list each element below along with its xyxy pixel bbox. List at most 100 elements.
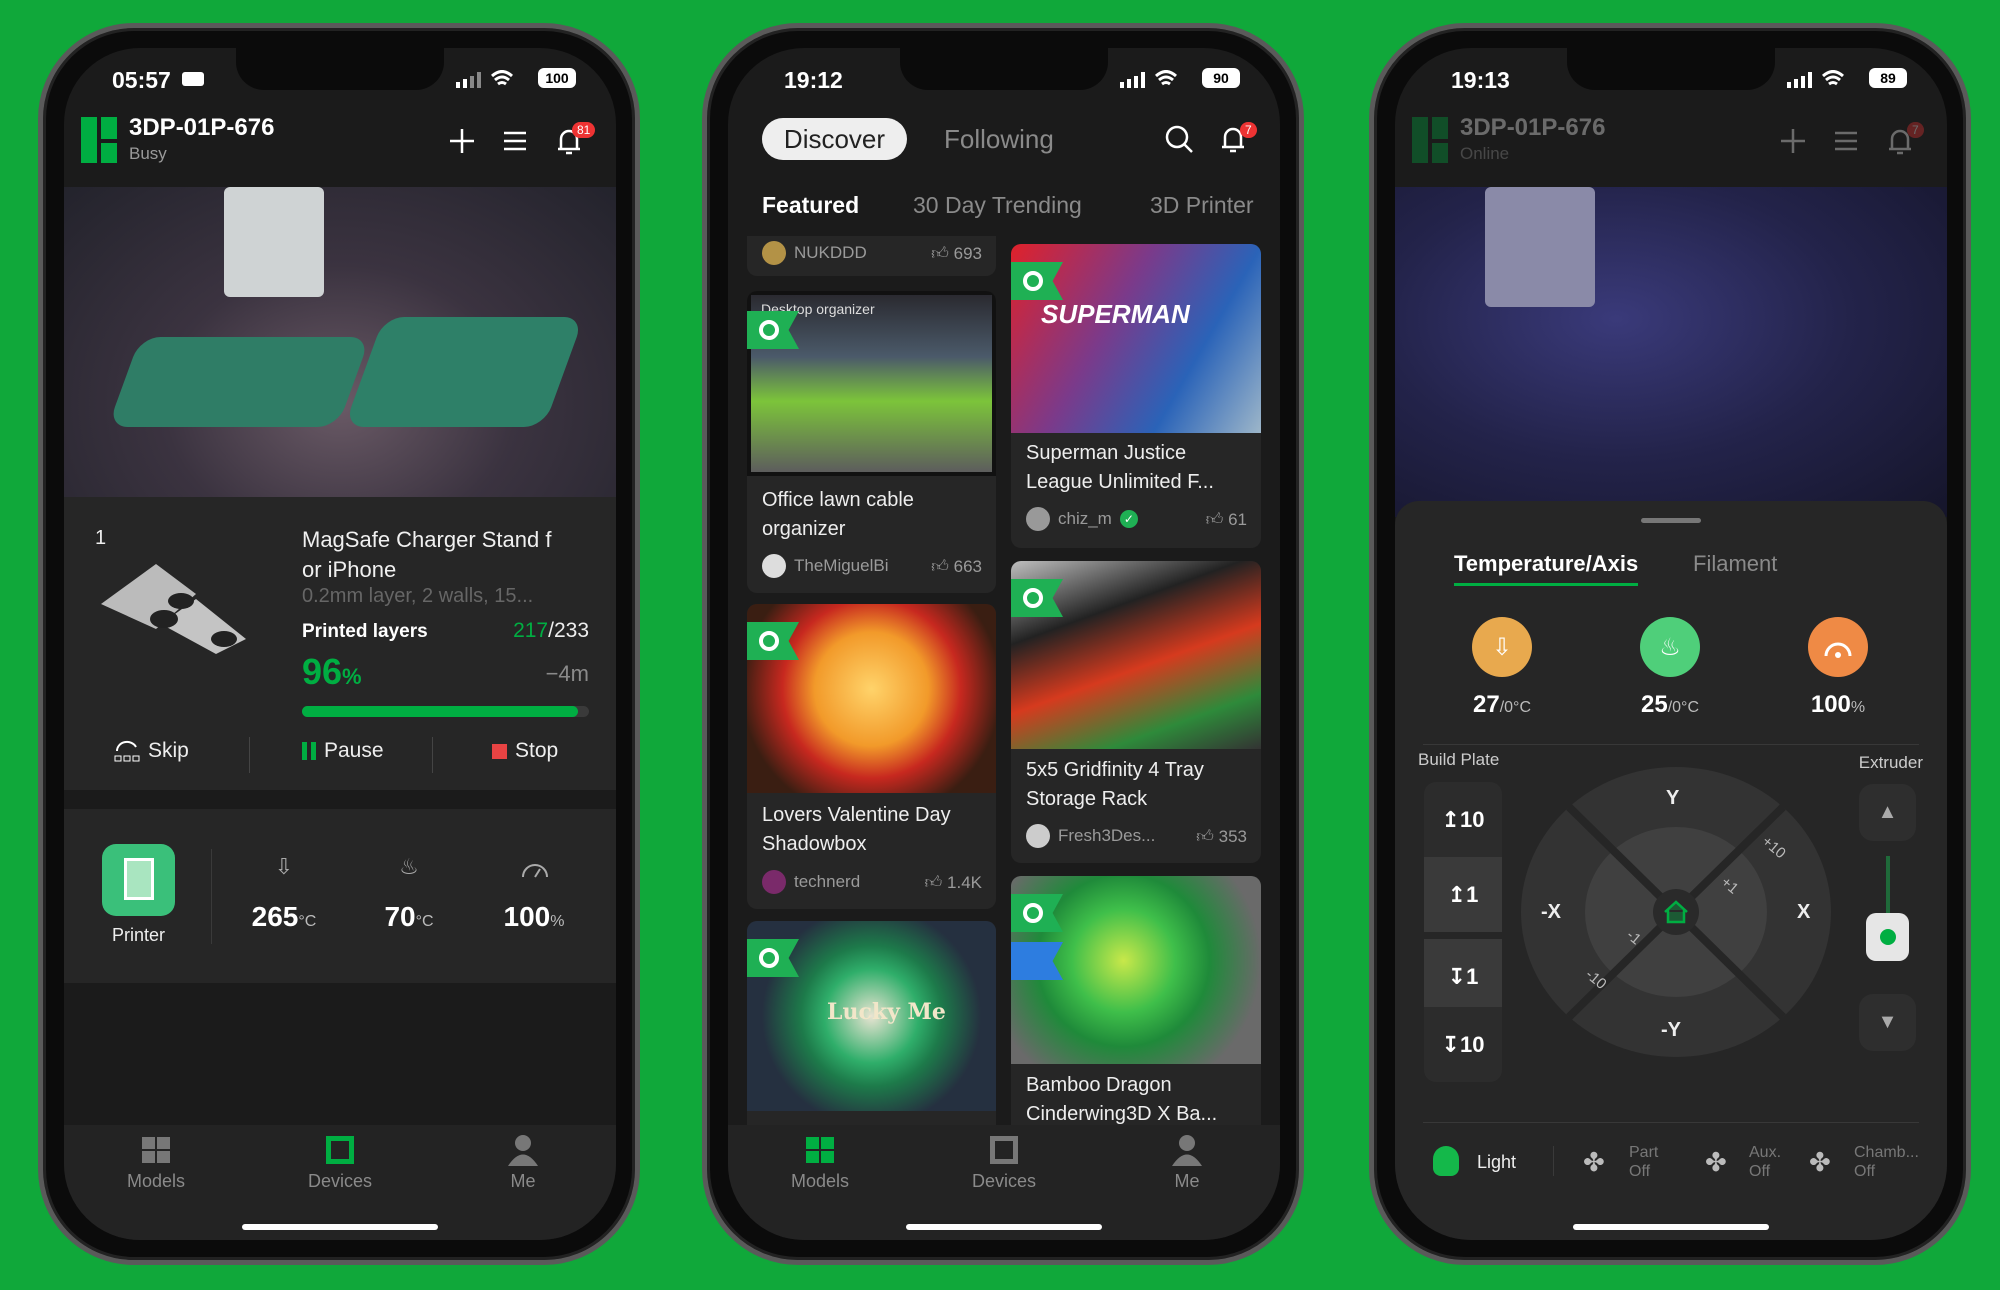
- printer-status: Busy: [129, 144, 167, 163]
- home-button[interactable]: [1653, 889, 1699, 935]
- status-time: 19:12: [784, 67, 843, 93]
- card-title: 5x5 Gridfinity 4 Tray Storage Rack: [1026, 759, 1204, 810]
- printer-name[interactable]: 3DP-01P-676: [129, 114, 274, 142]
- like-count[interactable]: 👍︎ 693: [931, 243, 982, 264]
- avatar: [762, 241, 786, 265]
- skip-button[interactable]: Skip: [114, 739, 189, 763]
- z-up-1-button[interactable]: ↥1: [1424, 857, 1502, 932]
- category-featured[interactable]: Featured: [762, 192, 859, 219]
- tab-filament[interactable]: Filament: [1693, 551, 1777, 577]
- speed-number: 100: [1810, 691, 1851, 718]
- x-plus-label: X: [1797, 901, 1811, 923]
- category-3d-printer[interactable]: 3D Printer: [1150, 192, 1254, 219]
- phone-controls: 19:13 89 3DP-01P-676 Online 7 Temperatur…: [1369, 23, 1971, 1265]
- plus-icon: [1781, 129, 1805, 153]
- bed-temp: 25/0°C: [1600, 691, 1740, 719]
- aux-fan[interactable]: Aux. Off: [1749, 1143, 1781, 1181]
- speed-gauge-icon: [522, 864, 548, 878]
- fan-state: Off: [1629, 1163, 1651, 1180]
- light-bulb-icon[interactable]: [1433, 1146, 1459, 1176]
- model-card[interactable]: NUKDDD 👍︎ 693: [747, 236, 996, 276]
- model-feed[interactable]: NUKDDD 👍︎ 693 Desktop organizer Office l…: [728, 236, 1280, 1125]
- screen: 19:12 90 Discover Following 7 Featured 3…: [728, 48, 1280, 1240]
- likes-value: 353: [1218, 827, 1247, 846]
- home-indicator: [1573, 1224, 1769, 1230]
- part-fan-icon[interactable]: ✤: [1583, 1147, 1605, 1178]
- z-up-10-button[interactable]: ↥10: [1424, 782, 1502, 857]
- likes-value: 693: [953, 244, 982, 263]
- speed-unit: %: [1850, 699, 1866, 716]
- card-title: Lovers Valentine Day Shadowbox: [762, 804, 951, 855]
- card-author: technerd: [762, 870, 860, 894]
- phone-device-status: 05:57 100 3DP-01P-676 Busy 81 1 MagSafe …: [38, 23, 640, 1265]
- extrude-up-button[interactable]: ▲: [1859, 784, 1916, 841]
- model-card[interactable]: Desktop organizer Office lawn cable orga…: [747, 291, 996, 593]
- fan-state: Off: [1749, 1163, 1771, 1180]
- skip-label: Skip: [148, 739, 189, 762]
- part-fan[interactable]: Part Off: [1629, 1143, 1658, 1181]
- nozzle-value: 27: [1473, 691, 1500, 718]
- category-30-day-trending[interactable]: 30 Day Trending: [913, 192, 1082, 219]
- camera-feed[interactable]: [64, 187, 616, 497]
- tab-devices[interactable]: Devices: [280, 1133, 400, 1192]
- pause-button[interactable]: Pause: [302, 739, 384, 763]
- image-text: SUPERMAN: [1041, 299, 1190, 329]
- like-count[interactable]: 👍︎ 61: [1206, 509, 1247, 530]
- z-down-1-button[interactable]: ↧1: [1424, 939, 1502, 1014]
- speed-button[interactable]: [1808, 617, 1868, 677]
- tab-models[interactable]: Models: [760, 1133, 880, 1192]
- z-down-10-button[interactable]: ↧10: [1424, 1007, 1502, 1082]
- drag-handle[interactable]: [1641, 518, 1701, 523]
- bed-temp-button[interactable]: ♨: [1640, 617, 1700, 677]
- triangle-up-icon: ▲: [1877, 801, 1898, 823]
- tab-label: Me: [1174, 1171, 1200, 1191]
- tab-following[interactable]: Following: [944, 124, 1054, 155]
- y-minus-label: -Y: [1661, 1019, 1681, 1041]
- like-count[interactable]: 👍︎ 1.4K: [925, 872, 982, 893]
- card-title: Office lawn cable organizer: [762, 489, 914, 540]
- tab-devices[interactable]: Devices: [944, 1133, 1064, 1192]
- likes-value: 663: [953, 557, 982, 576]
- status-time: 05:57: [112, 67, 171, 93]
- stop-button[interactable]: Stop: [492, 739, 558, 763]
- xy-joystick[interactable]: Y -Y -X X +10 +1 -1 -10: [1521, 767, 1831, 1057]
- signal-icon: [456, 72, 481, 88]
- tab-temperature-axis[interactable]: Temperature/Axis: [1454, 551, 1639, 586]
- like-count[interactable]: 👍︎ 663: [931, 556, 982, 577]
- notification-badge: 7: [1240, 122, 1257, 138]
- progress-percent: 96%: [302, 651, 362, 693]
- tab-me[interactable]: Me: [1127, 1133, 1247, 1192]
- models-icon: [806, 1137, 834, 1163]
- menu-icon[interactable]: [499, 125, 531, 157]
- model-card[interactable]: Lovers Valentine Day Shadowbox technerd …: [747, 604, 996, 909]
- extrude-down-button[interactable]: ▼: [1859, 994, 1916, 1051]
- build-plate-label: Build Plate: [1418, 750, 1500, 769]
- triangle-down-icon: ▼: [1877, 1011, 1898, 1033]
- print-object: [343, 317, 585, 427]
- like-count[interactable]: 👍︎ 353: [1196, 826, 1247, 847]
- nozzle-temp-button[interactable]: ⇩: [1472, 617, 1532, 677]
- light-label[interactable]: Light: [1477, 1152, 1516, 1173]
- printer-button[interactable]: [102, 844, 175, 916]
- tab-me[interactable]: Me: [463, 1133, 583, 1192]
- bambu-logo: [81, 117, 117, 163]
- stats-panel: Printer ⇩ 265°C ♨ 70°C 100%: [64, 809, 616, 983]
- job-title-line: MagSafe Charger Stand f: [302, 527, 552, 552]
- signal-icon: [1787, 72, 1812, 88]
- chamber-fan-icon[interactable]: ✤: [1809, 1147, 1831, 1178]
- card-author: Fresh3Des...: [1026, 824, 1155, 848]
- plus-icon[interactable]: [446, 125, 478, 157]
- aux-fan-icon[interactable]: ✤: [1705, 1147, 1727, 1178]
- nozzle-temp: 27/0°C: [1432, 691, 1572, 719]
- tab-label: Models: [126, 1171, 186, 1191]
- model-card[interactable]: Bamboo Dragon Cinderwing3D X Ba...: [1011, 876, 1261, 1125]
- model-card[interactable]: SUPERMAN Superman Justice League Unlimit…: [1011, 244, 1261, 548]
- tab-models[interactable]: Models: [96, 1133, 216, 1192]
- author-name: Fresh3Des...: [1058, 826, 1156, 845]
- model-card[interactable]: 5x5 Gridfinity 4 Tray Storage Rack Fresh…: [1011, 561, 1261, 863]
- search-icon[interactable]: [1163, 123, 1195, 155]
- model-card[interactable]: Lucky Me: [747, 921, 996, 1125]
- layers-total: /233: [548, 619, 589, 642]
- chamber-fan[interactable]: Chamb... Off: [1854, 1143, 1919, 1181]
- tab-discover[interactable]: Discover: [762, 118, 907, 160]
